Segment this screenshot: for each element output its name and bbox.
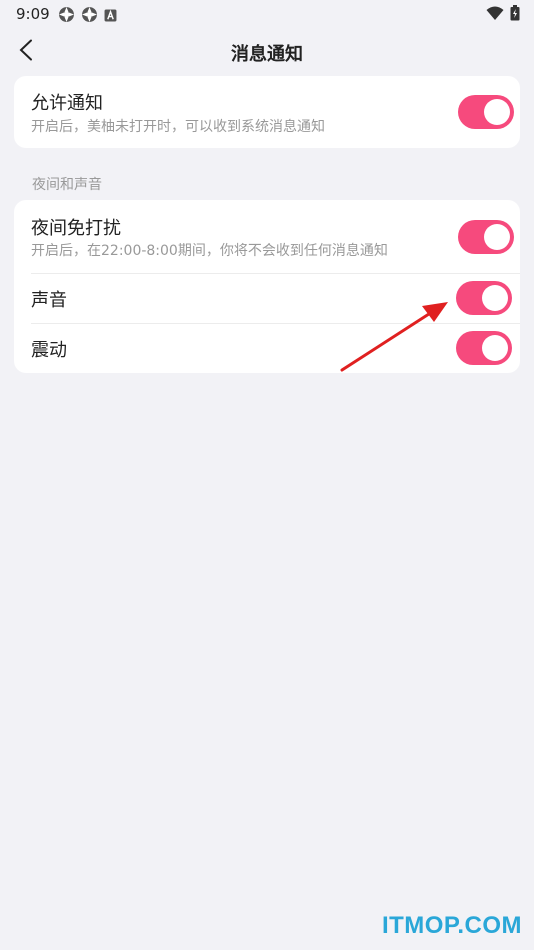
wifi-icon [486,6,504,25]
night-mode-toggle[interactable] [458,220,514,254]
allow-notify-subtitle: 开启后，美柚未打开时，可以收到系统消息通知 [31,119,325,135]
toggle-knob [482,335,508,361]
sound-toggle[interactable] [456,281,512,315]
night-mode-row: 夜间免打扰 开启后，在22:00-8:00期间，你将不会收到任何消息通知 [14,200,520,273]
vibrate-toggle[interactable] [456,331,512,365]
status-icons-right [486,5,520,25]
watermark-logo: ITMOP.COM [381,912,522,939]
allow-notify-title: 允许通知 [31,93,103,114]
toggle-knob [482,285,508,311]
night-mode-title: 夜间免打扰 [31,218,121,239]
night-mode-subtitle: 开启后，在22:00-8:00期间，你将不会收到任何消息通知 [31,243,388,259]
header: 消息通知 [0,30,534,74]
allow-notify-card: 允许通知 开启后，美柚未打开时，可以收到系统消息通知 [14,76,520,148]
allow-notify-toggle[interactable] [458,95,514,129]
status-bar: 9:09 [0,0,534,28]
toggle-knob [484,99,510,125]
toggle-knob [484,224,510,250]
app-notification-icon [81,6,98,27]
night-sound-card: 夜间免打扰 开启后，在22:00-8:00期间，你将不会收到任何消息通知 声音 … [14,200,520,373]
battery-icon [510,5,520,25]
sound-title: 声音 [31,290,67,311]
status-icons-left [58,6,117,27]
allow-notify-row: 允许通知 开启后，美柚未打开时，可以收到系统消息通知 [14,76,520,148]
app-notification-icon [58,6,75,27]
vibrate-row: 震动 [14,324,520,373]
keyboard-icon [104,7,117,26]
status-time: 9:09 [16,5,50,23]
page-title: 消息通知 [231,44,303,65]
vibrate-title: 震动 [31,340,67,361]
section-label: 夜间和声音 [32,177,102,193]
sound-row: 声音 [14,274,520,323]
